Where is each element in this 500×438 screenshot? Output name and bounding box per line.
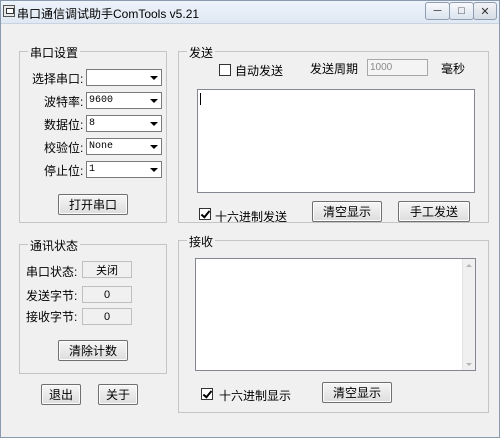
window-title: 串口通信调试助手ComTools v5.21 xyxy=(17,7,200,21)
databits-label: 数据位: xyxy=(44,118,84,132)
send-period-input[interactable]: 1000 xyxy=(367,59,428,76)
maximize-button[interactable]: □ xyxy=(449,2,474,20)
databits-value: 8 xyxy=(89,118,96,129)
app-window: 串口通信调试助手ComTools v5.21 ─ □ ✕ 串口设置 选择串口: … xyxy=(0,0,500,438)
receive-text-area[interactable] xyxy=(195,258,476,371)
app-icon xyxy=(3,5,15,17)
stopbits-select[interactable]: 1 xyxy=(86,161,162,178)
receive-scrollbar[interactable] xyxy=(462,259,475,370)
clear-count-button[interactable]: 清除计数 xyxy=(58,340,128,361)
hex-display-checkbox[interactable] xyxy=(201,388,213,400)
chevron-down-icon[interactable] xyxy=(147,93,161,108)
databits-select[interactable]: 8 xyxy=(86,115,162,132)
hex-send-checkbox[interactable] xyxy=(199,208,211,220)
close-button[interactable]: ✕ xyxy=(473,2,497,20)
scroll-down-icon[interactable] xyxy=(463,358,475,370)
baud-label: 波特率: xyxy=(44,95,84,109)
port-select[interactable] xyxy=(86,69,162,86)
port-label: 选择串口: xyxy=(32,72,84,86)
manual-send-button[interactable]: 手工发送 xyxy=(398,201,470,222)
comm-status-group: 通讯状态 串口状态: 关闭 发送字节: 0 接收字节: 0 清除计数 xyxy=(19,237,167,374)
send-title: 发送 xyxy=(187,44,216,61)
maximize-icon: □ xyxy=(458,5,465,17)
baud-value: 9600 xyxy=(89,95,114,106)
hex-send-label: 十六进制发送 xyxy=(215,210,288,224)
title-bar[interactable]: 串口通信调试助手ComTools v5.21 ─ □ ✕ xyxy=(1,1,499,24)
serial-settings-title: 串口设置 xyxy=(28,44,81,61)
baud-select[interactable]: 9600 xyxy=(86,92,162,109)
parity-value: None xyxy=(89,141,114,152)
chevron-down-icon[interactable] xyxy=(147,162,161,177)
scroll-up-icon[interactable] xyxy=(463,259,475,271)
about-button[interactable]: 关于 xyxy=(98,384,138,405)
send-period-unit: 毫秒 xyxy=(441,62,466,76)
receive-title: 接收 xyxy=(187,233,216,250)
auto-send-label: 自动发送 xyxy=(235,64,284,78)
port-status-value: 关闭 xyxy=(82,261,132,278)
chevron-down-icon[interactable] xyxy=(147,70,161,85)
port-status-label: 串口状态: xyxy=(26,265,78,279)
send-text-area[interactable] xyxy=(197,89,475,193)
comm-status-title: 通讯状态 xyxy=(28,237,81,254)
parity-select[interactable]: None xyxy=(86,138,162,155)
close-icon: ✕ xyxy=(480,5,490,18)
receive-clear-button[interactable]: 清空显示 xyxy=(322,382,392,403)
open-port-button[interactable]: 打开串口 xyxy=(58,194,128,215)
chevron-down-icon[interactable] xyxy=(147,116,161,131)
auto-send-checkbox[interactable] xyxy=(219,64,231,76)
chevron-down-icon[interactable] xyxy=(147,139,161,154)
text-caret xyxy=(200,93,201,105)
receive-group: 接收 十六进制显示 清空显示 xyxy=(178,233,489,413)
parity-label: 校验位: xyxy=(44,141,84,155)
stopbits-value: 1 xyxy=(89,164,96,175)
send-group: 发送 自动发送 发送周期 1000 毫秒 十六进制发送 清空显示 手工发送 xyxy=(178,44,489,224)
sent-bytes-value: 0 xyxy=(82,286,132,303)
send-clear-button[interactable]: 清空显示 xyxy=(312,201,382,222)
recv-bytes-label: 接收字节: xyxy=(26,310,78,324)
recv-bytes-value: 0 xyxy=(82,308,132,325)
exit-button[interactable]: 退出 xyxy=(41,384,81,405)
stopbits-label: 停止位: xyxy=(44,164,84,178)
hex-display-label: 十六进制显示 xyxy=(219,389,292,403)
minimize-button[interactable]: ─ xyxy=(425,2,450,20)
minimize-icon: ─ xyxy=(433,5,442,17)
serial-settings-group: 串口设置 选择串口: 波特率: 9600 数据位: 8 校验位: None 停止… xyxy=(19,44,167,223)
sent-bytes-label: 发送字节: xyxy=(26,289,78,303)
send-period-label: 发送周期 xyxy=(310,62,359,76)
